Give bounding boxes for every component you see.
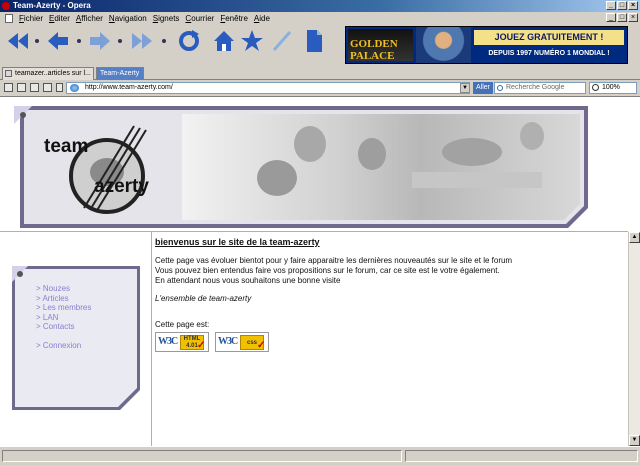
validator-badges: W3C HTML 4.01 ✓ W3C css ✓ (155, 332, 625, 352)
close-button[interactable]: × (628, 1, 638, 10)
status-bar (0, 446, 640, 465)
header-bullet-icon (20, 112, 26, 118)
ad-headline: JOUEZ GRATUITEMENT ! (474, 30, 624, 45)
back-dropdown-icon[interactable] (77, 39, 81, 43)
scroll-up-icon[interactable]: ▲ (629, 232, 640, 243)
intro-line-3: En attendant nous vous souhaitons une bo… (155, 276, 341, 285)
ad-logo: GOLDEN PALACE (348, 29, 413, 62)
menu-item-4[interactable]: Signets (153, 13, 186, 24)
menu-list: Fichier Editer Afficher Navigation Signets Co… (19, 13, 276, 24)
intro-line-1: Cette page vas évoluer bientot pour y fa… (155, 256, 513, 265)
w3c-html-badge[interactable]: W3C HTML 4.01 ✓ (155, 332, 209, 352)
open-icon[interactable] (17, 83, 26, 92)
search-input[interactable]: Recherche Google (494, 82, 586, 94)
rewind-icon[interactable] (6, 28, 30, 54)
doc-minimize-button[interactable]: _ (606, 13, 616, 22)
validity-label: Cette page est: (155, 320, 210, 329)
main-content: bienvenus sur le site de la team-azerty … (155, 236, 625, 352)
column-divider (151, 231, 152, 446)
vertical-scrollbar[interactable]: ▲ ▼ (628, 232, 640, 446)
nav-bullet-icon (17, 271, 23, 277)
tab-bar: teamazer..articles sur l... Team-Azerty (0, 65, 640, 80)
page-favicon-icon (5, 70, 12, 77)
site-header: team azerty (12, 104, 590, 230)
print-icon[interactable] (30, 83, 39, 92)
forward-dropdown-icon[interactable] (118, 39, 122, 43)
menu-bar: Fichier Editer Afficher Navigation Signets Co… (0, 12, 640, 24)
save-icon[interactable] (43, 83, 52, 92)
w3c-css-badge[interactable]: W3C css ✓ (215, 332, 269, 352)
ad-tagline: DEPUIS 1997 NUMÉRO 1 MONDIAL ! (488, 50, 610, 57)
window-title: Team-Azerty - Opera (13, 1, 91, 10)
forward-arrow-icon[interactable] (88, 28, 112, 54)
nav-link-3[interactable]: > LAN (36, 313, 91, 323)
checkmark-icon: ✓ (197, 340, 206, 351)
nav-link-4[interactable]: > Contacts (36, 322, 91, 332)
go-button[interactable]: Aller (473, 82, 493, 94)
tab-team-azerty[interactable]: Team-Azerty (96, 67, 144, 80)
status-info-area (405, 450, 638, 462)
maximize-button[interactable]: □ (617, 1, 627, 10)
menu-item-1[interactable]: Editer (49, 13, 76, 24)
browser-window: Team-Azerty - Opera _ □ × Fichier Editer A… (0, 0, 640, 465)
ad-banner[interactable]: GOLDEN PALACE JOUEZ GRATUITEMENT ! DEPUI… (345, 26, 628, 64)
globe-icon (70, 84, 79, 92)
fast-forward-icon[interactable] (130, 28, 154, 54)
nav-link-2[interactable]: > Les membres (36, 303, 91, 313)
menu-item-7[interactable]: Aide (254, 13, 276, 24)
doc-close-button[interactable]: × (628, 13, 638, 22)
signature: L'ensemble de team-azerty (155, 294, 252, 303)
nav-link-1[interactable]: > Articles (36, 294, 91, 304)
address-dropdown-icon[interactable]: ▼ (460, 83, 470, 93)
doc-restore-button[interactable]: □ (617, 13, 627, 22)
menu-item-6[interactable]: Fenêtre (220, 13, 254, 24)
intro-line-2: Vous pouvez bien entendus faire vos prop… (155, 266, 500, 275)
welcome-heading: bienvenus sur le site de la team-azerty (155, 237, 320, 247)
minimize-button[interactable]: _ (606, 1, 616, 10)
address-toolbar: http://www.team-azerty.com/ ▼ Aller Rech… (0, 80, 640, 96)
notes-pen-icon[interactable] (270, 28, 294, 54)
menu-item-5[interactable]: Courrier (185, 13, 220, 24)
title-bar: Team-Azerty - Opera _ □ × (0, 0, 640, 12)
menu-item-2[interactable]: Afficher (76, 13, 109, 24)
window-controls: _ □ × (606, 1, 638, 10)
nav-link-0[interactable]: > Nouzes (36, 284, 91, 294)
ad-photo (416, 27, 471, 63)
zoom-select[interactable]: 100% (589, 82, 637, 94)
nav-login-link[interactable]: > Connexion (36, 341, 91, 351)
group-photo (182, 114, 580, 220)
reload-icon[interactable] (177, 28, 201, 54)
fast-forward-dropdown-icon[interactable] (162, 39, 166, 43)
logo-azerty: azerty (94, 176, 149, 197)
address-input[interactable]: http://www.team-azerty.com/ (66, 82, 470, 94)
opera-icon (2, 2, 10, 10)
nav-menu: > Nouzes > Articles > Les membres > LAN > Co… (36, 284, 91, 350)
back-arrow-icon[interactable] (46, 28, 70, 54)
tab-articles[interactable]: teamazer..articles sur l... (2, 67, 94, 80)
document-icon (5, 14, 13, 23)
page-icon[interactable] (302, 28, 326, 54)
search-icon (497, 85, 503, 91)
bookmark-star-icon[interactable] (240, 28, 264, 54)
document-controls: _ □ × (606, 13, 638, 22)
home-icon[interactable] (212, 28, 236, 54)
logo-team: team (44, 136, 89, 157)
layout-divider (0, 231, 628, 232)
toolbar-menu-icon[interactable] (56, 83, 63, 92)
scroll-down-icon[interactable]: ▼ (629, 435, 640, 446)
rewind-dropdown-icon[interactable] (35, 39, 39, 43)
new-page-icon[interactable] (4, 83, 13, 92)
checkmark-icon: ✓ (257, 340, 266, 351)
status-message-area (2, 450, 402, 462)
magnifier-icon (592, 84, 599, 91)
menu-item-3[interactable]: Navigation (109, 13, 153, 24)
menu-item-0[interactable]: Fichier (19, 13, 49, 24)
